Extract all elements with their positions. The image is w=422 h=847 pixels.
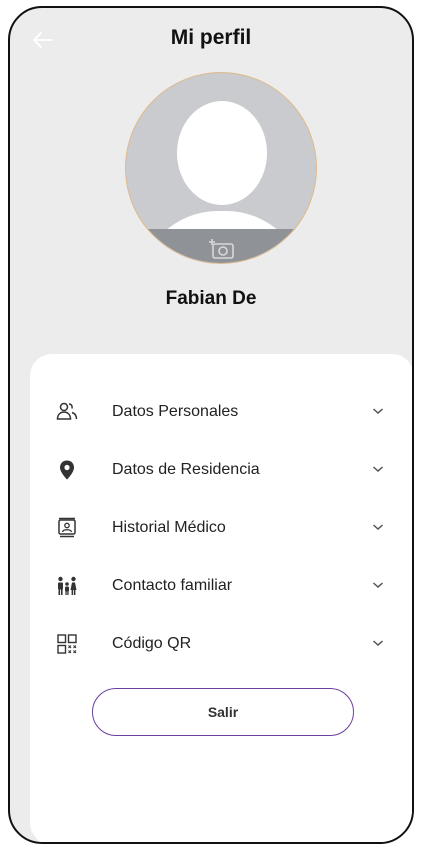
avatar[interactable] bbox=[125, 72, 317, 264]
menu-item-datos-personales[interactable]: Datos Personales bbox=[30, 390, 412, 434]
menu-item-label: Código QR bbox=[112, 635, 192, 652]
menu-item-datos-residencia[interactable]: Datos de Residencia bbox=[30, 448, 412, 492]
chevron-down-icon bbox=[373, 466, 383, 473]
menu-item-label: Contacto familiar bbox=[112, 577, 233, 594]
profile-name: Fabian De bbox=[165, 288, 257, 309]
qr-code-icon bbox=[57, 634, 77, 654]
menu-item-codigo-qr[interactable]: Código QR bbox=[30, 622, 412, 666]
logout-button[interactable]: Salir bbox=[92, 688, 354, 736]
add-photo-icon[interactable] bbox=[208, 237, 236, 261]
menu-item-contacto-familiar[interactable]: Contacto familiar bbox=[30, 564, 412, 608]
people-icon bbox=[56, 402, 78, 420]
menu-item-label: Datos Personales bbox=[112, 403, 239, 420]
chevron-down-icon bbox=[373, 524, 383, 531]
menu-item-label: Datos de Residencia bbox=[112, 461, 260, 478]
chevron-down-icon bbox=[373, 640, 383, 647]
page-title: Mi perfil bbox=[170, 26, 252, 49]
profile-menu-card: Datos Personales Datos de Residencia His… bbox=[30, 354, 412, 842]
family-icon bbox=[58, 576, 77, 595]
medical-record-icon bbox=[58, 517, 76, 538]
avatar-head bbox=[177, 101, 267, 205]
menu-item-label: Historial Médico bbox=[112, 519, 226, 536]
phone-frame: Mi perfil Fabian De Datos Personales Dat… bbox=[8, 6, 414, 844]
chevron-down-icon bbox=[373, 582, 383, 589]
menu-item-historial-medico[interactable]: Historial Médico bbox=[30, 506, 412, 550]
location-pin-icon bbox=[60, 460, 74, 480]
chevron-down-icon bbox=[373, 408, 383, 415]
